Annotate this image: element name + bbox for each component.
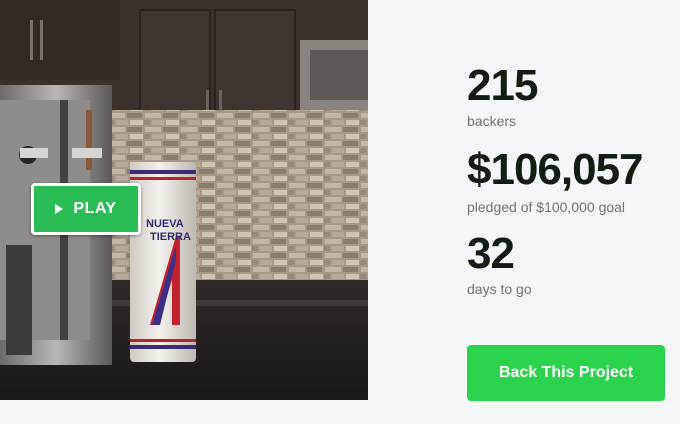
back-project-button[interactable]: Back This Project: [467, 345, 665, 401]
days-remaining: 32: [467, 229, 515, 278]
can-brand-line2: TIERRA: [150, 231, 191, 243]
days-label: days to go: [467, 281, 532, 297]
pledged-label: pledged of $100,000 goal: [467, 199, 626, 215]
backers-count: 215: [467, 61, 538, 110]
can-brand-line1: NUEVA: [146, 218, 184, 230]
pledged-amount: $106,057: [467, 145, 644, 194]
play-label: PLAY: [73, 200, 117, 217]
project-video[interactable]: NUEVA TIERRA PLAY: [0, 0, 368, 400]
backers-label: backers: [467, 113, 517, 129]
play-icon: [55, 204, 64, 214]
play-button[interactable]: PLAY: [31, 183, 141, 235]
